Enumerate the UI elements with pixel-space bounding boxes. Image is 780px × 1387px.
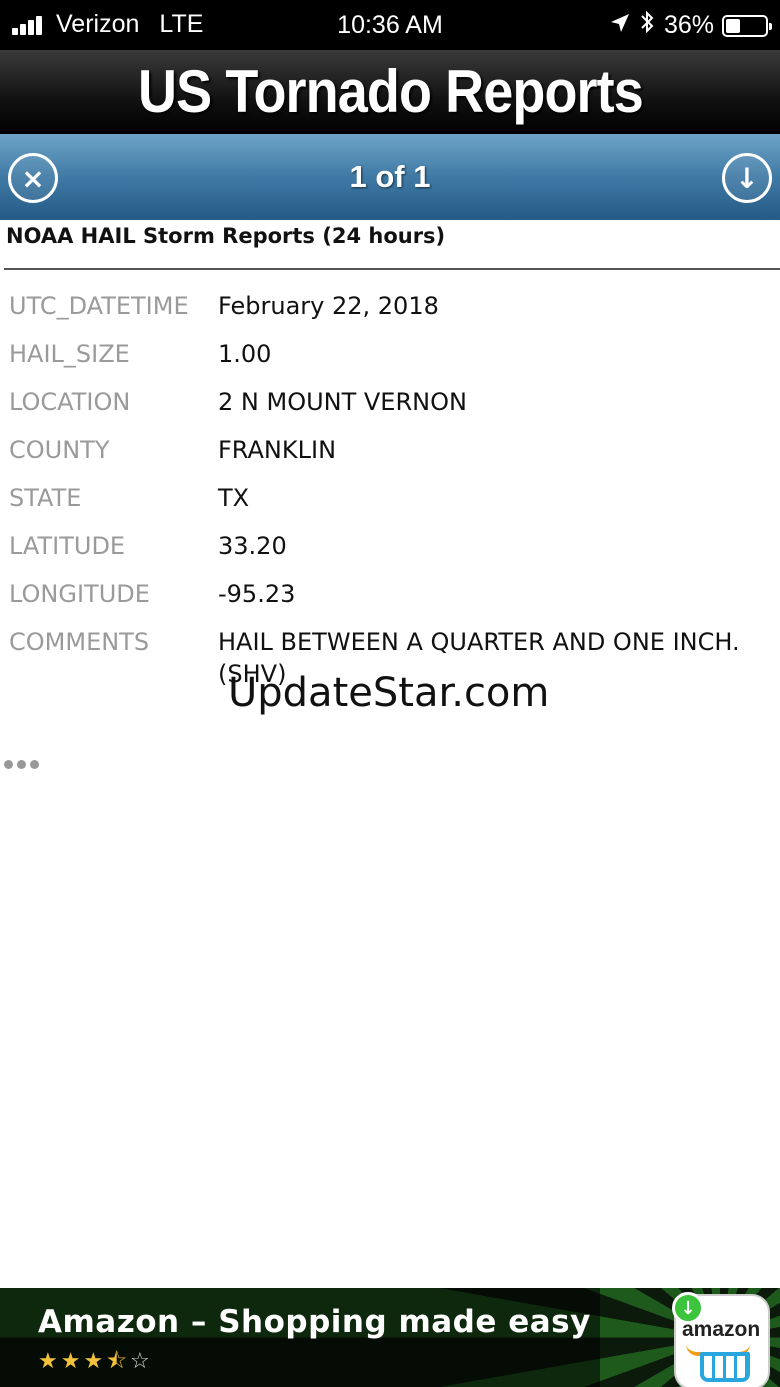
field-row: STATE TX xyxy=(9,476,779,524)
field-row: UTC_DATETIME February 22, 2018 xyxy=(9,284,779,332)
field-value: 2 N MOUNT VERNON xyxy=(218,388,467,416)
field-key: STATE xyxy=(9,484,82,512)
watermark: UpdateStar.com xyxy=(228,670,550,716)
arrow-down-icon: ↓ xyxy=(735,161,759,195)
download-arrow: ↓ xyxy=(680,1297,696,1319)
star-icon: ★★★ xyxy=(38,1349,107,1374)
battery-icon xyxy=(722,14,772,37)
field-key: HAIL_SIZE xyxy=(9,340,130,368)
report-fields: UTC_DATETIME February 22, 2018 HAIL_SIZE… xyxy=(9,284,779,700)
battery-percent: 36% xyxy=(663,11,714,39)
ad-banner[interactable]: Amazon – Shopping made easy ★★★⯪☆ amazon… xyxy=(0,1288,780,1387)
report-heading: NOAA HAIL Storm Reports (24 hours) xyxy=(6,224,446,248)
ad-rating: ★★★⯪☆ xyxy=(38,1344,153,1382)
field-row: HAIL_SIZE 1.00 xyxy=(9,332,779,380)
field-value: 33.20 xyxy=(218,532,287,560)
more-options-icon[interactable] xyxy=(4,760,43,769)
nav-bar: × 1 of 1 ↓ xyxy=(0,134,780,220)
status-bar: Verizon LTE 10:36 AM 36% xyxy=(0,0,780,50)
cart-icon xyxy=(700,1352,750,1382)
field-value: -95.23 xyxy=(218,580,296,608)
field-value: 1.00 xyxy=(218,340,272,368)
field-value: February 22, 2018 xyxy=(218,292,439,320)
record-counter: 1 of 1 xyxy=(349,159,431,194)
divider xyxy=(4,268,780,270)
download-badge-icon: ↓ xyxy=(672,1292,704,1324)
location-arrow-icon xyxy=(610,12,630,40)
field-value: FRANKLIN xyxy=(218,436,337,464)
field-key: UTC_DATETIME xyxy=(9,292,189,320)
field-value: TX xyxy=(218,484,250,512)
next-button[interactable]: ↓ xyxy=(722,153,772,203)
field-row: LONGITUDE -95.23 xyxy=(9,572,779,620)
app-banner: US Tornado Reports xyxy=(0,50,780,134)
field-key: COMMENTS xyxy=(9,628,150,656)
app-title: US Tornado Reports xyxy=(137,58,644,125)
status-right: 36% xyxy=(610,10,772,41)
empty-star-icon: ☆ xyxy=(130,1349,153,1374)
field-row: LATITUDE 33.20 xyxy=(9,524,779,572)
field-key: LOCATION xyxy=(9,388,131,416)
field-row: COUNTY FRANKLIN xyxy=(9,428,779,476)
field-row: LOCATION 2 N MOUNT VERNON xyxy=(9,380,779,428)
half-star-icon: ⯪ xyxy=(106,1349,131,1374)
bluetooth-icon xyxy=(640,10,654,41)
ad-title: Amazon – Shopping made easy xyxy=(38,1304,591,1340)
field-key: LATITUDE xyxy=(9,532,126,560)
field-key: COUNTY xyxy=(9,436,110,464)
field-key: LONGITUDE xyxy=(9,580,150,608)
